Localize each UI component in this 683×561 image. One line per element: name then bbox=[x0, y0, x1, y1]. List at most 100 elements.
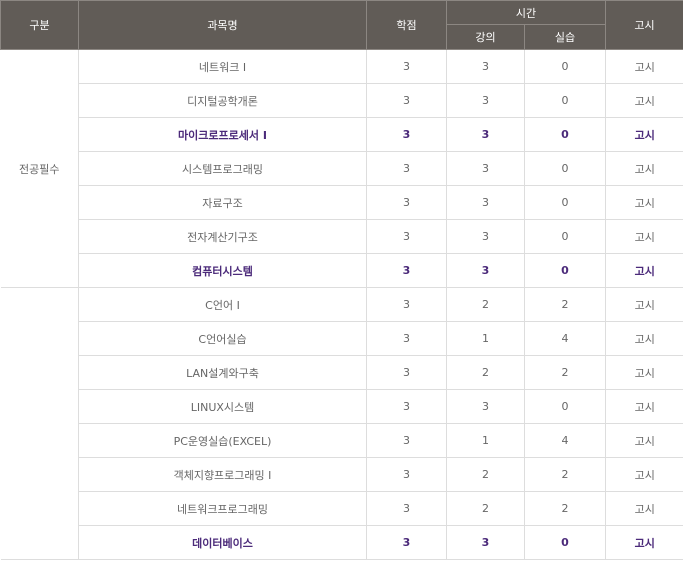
lecture-cell: 1 bbox=[446, 321, 525, 356]
exam-cell: 고시 bbox=[605, 117, 683, 152]
practice-cell: 2 bbox=[524, 457, 606, 492]
credits-cell: 3 bbox=[366, 83, 447, 118]
course-name-cell: 객체지향프로그래밍 I bbox=[78, 457, 367, 492]
table-body: 전공필수 네트워크 I 3 3 0 고시 디지털공학개론 3 3 0 고시 마이크로프로세서 I330… bbox=[0, 49, 683, 560]
credits-cell: 3 bbox=[366, 117, 447, 152]
credits-cell: 3 bbox=[366, 491, 447, 526]
header-practice: 실습 bbox=[524, 24, 606, 50]
table-row: C언어 I 3 2 2 고시 bbox=[0, 287, 683, 560]
lecture-cell: 3 bbox=[446, 49, 525, 84]
category-cell bbox=[0, 287, 79, 560]
course-name-cell: 컴퓨터시스템 bbox=[78, 253, 367, 288]
credits-cell: 3 bbox=[366, 457, 447, 492]
header-category: 구분 bbox=[0, 0, 79, 50]
course-name-cell: 디지털공학개론 bbox=[78, 83, 367, 118]
lecture-cell: 1 bbox=[446, 423, 525, 458]
credits-cell: 3 bbox=[366, 151, 447, 186]
table-row: LINUX시스템 3 3 0 고시 bbox=[1, 389, 683, 424]
lecture-cell: 2 bbox=[446, 491, 525, 526]
exam-cell: 고시 bbox=[605, 185, 683, 220]
lecture-cell: 3 bbox=[446, 151, 525, 186]
credits-cell: 3 bbox=[366, 219, 447, 254]
lecture-cell: 3 bbox=[446, 525, 525, 560]
header-hours: 시간 bbox=[446, 0, 606, 25]
practice-cell: 0 bbox=[524, 525, 606, 560]
exam-cell: 고시 bbox=[605, 151, 683, 186]
credits-cell: 3 bbox=[366, 355, 447, 390]
course-name-cell: 전자계산기구조 bbox=[78, 219, 367, 254]
exam-cell: 고시 bbox=[605, 389, 683, 424]
lecture-cell: 2 bbox=[446, 287, 525, 322]
exam-cell: 고시 bbox=[605, 219, 683, 254]
practice-cell: 0 bbox=[524, 185, 606, 220]
table-row: 네트워크프로그래밍 3 2 2 고시 bbox=[1, 491, 683, 526]
practice-cell: 4 bbox=[524, 423, 606, 458]
course-name-cell: PC운영실습(EXCEL) bbox=[78, 423, 367, 458]
curriculum-table: 구분 과목명 학점 시간 고시 강의 실습 전공필수 네트워크 I 3 3 0 고시 디지털… bbox=[0, 0, 683, 560]
header-credits: 학점 bbox=[366, 0, 447, 50]
practice-cell: 2 bbox=[524, 355, 606, 390]
course-name-cell: LINUX시스템 bbox=[78, 389, 367, 424]
course-name-cell: C언어실습 bbox=[78, 321, 367, 356]
course-name-cell: 시스템프로그래밍 bbox=[78, 151, 367, 186]
credits-cell: 3 bbox=[366, 525, 447, 560]
credits-cell: 3 bbox=[366, 185, 447, 220]
table-row: C언어실습 3 1 4 고시 bbox=[1, 321, 683, 356]
exam-cell: 고시 bbox=[605, 83, 683, 118]
course-name-cell: C언어 I bbox=[78, 287, 367, 322]
exam-cell: 고시 bbox=[605, 423, 683, 458]
practice-cell: 0 bbox=[524, 49, 606, 84]
table-row: 마이크로프로세서 I 3 3 0 고시 bbox=[1, 117, 683, 152]
lecture-cell: 3 bbox=[446, 389, 525, 424]
credits-cell: 3 bbox=[366, 253, 447, 288]
lecture-cell: 3 bbox=[446, 83, 525, 118]
exam-cell: 고시 bbox=[605, 287, 683, 322]
practice-cell: 0 bbox=[524, 219, 606, 254]
lecture-cell: 3 bbox=[446, 117, 525, 152]
header-exam: 고시 bbox=[605, 0, 683, 50]
table-row: 디지털공학개론 3 3 0 고시 bbox=[1, 83, 683, 118]
category-cell: 전공필수 bbox=[0, 49, 79, 288]
practice-cell: 0 bbox=[524, 253, 606, 288]
table-row: 데이터베이스 3 3 0 고시 bbox=[1, 525, 683, 560]
credits-cell: 3 bbox=[366, 389, 447, 424]
lecture-cell: 2 bbox=[446, 355, 525, 390]
course-name-cell: 네트워크프로그래밍 bbox=[78, 491, 367, 526]
course-name-cell: 네트워크 I bbox=[78, 49, 367, 84]
exam-cell: 고시 bbox=[605, 321, 683, 356]
credits-cell: 3 bbox=[366, 49, 447, 84]
table-row: 시스템프로그래밍 3 3 0 고시 bbox=[1, 151, 683, 186]
lecture-cell: 3 bbox=[446, 253, 525, 288]
table-row: PC운영실습(EXCEL) 3 1 4 고시 bbox=[1, 423, 683, 458]
practice-cell: 0 bbox=[524, 389, 606, 424]
credits-cell: 3 bbox=[366, 321, 447, 356]
practice-cell: 2 bbox=[524, 287, 606, 322]
lecture-cell: 3 bbox=[446, 219, 525, 254]
table-row: 자료구조 3 3 0 고시 bbox=[1, 185, 683, 220]
course-name-cell: 데이터베이스 bbox=[78, 525, 367, 560]
exam-cell: 고시 bbox=[605, 525, 683, 560]
practice-cell: 0 bbox=[524, 83, 606, 118]
table-row: 전자계산기구조 3 3 0 고시 bbox=[1, 219, 683, 254]
exam-cell: 고시 bbox=[605, 491, 683, 526]
header-lecture: 강의 bbox=[446, 24, 525, 50]
lecture-cell: 2 bbox=[446, 457, 525, 492]
practice-cell: 0 bbox=[524, 117, 606, 152]
exam-cell: 고시 bbox=[605, 49, 683, 84]
exam-cell: 고시 bbox=[605, 457, 683, 492]
table-row: 컴퓨터시스템 3 3 0 고시 bbox=[1, 253, 683, 288]
practice-cell: 2 bbox=[524, 491, 606, 526]
table-row: LAN설계와구축 3 2 2 고시 bbox=[1, 355, 683, 390]
header-course-name: 과목명 bbox=[78, 0, 367, 50]
course-name-cell: 마이크로프로세서 I bbox=[78, 117, 367, 152]
lecture-cell: 3 bbox=[446, 185, 525, 220]
practice-cell: 4 bbox=[524, 321, 606, 356]
credits-cell: 3 bbox=[366, 287, 447, 322]
table-row: 객체지향프로그래밍 I 3 2 2 고시 bbox=[1, 457, 683, 492]
exam-cell: 고시 bbox=[605, 355, 683, 390]
practice-cell: 0 bbox=[524, 151, 606, 186]
credits-cell: 3 bbox=[366, 423, 447, 458]
table-row: 전공필수 네트워크 I 3 3 0 고시 bbox=[0, 49, 683, 288]
exam-cell: 고시 bbox=[605, 253, 683, 288]
course-name-cell: 자료구조 bbox=[78, 185, 367, 220]
